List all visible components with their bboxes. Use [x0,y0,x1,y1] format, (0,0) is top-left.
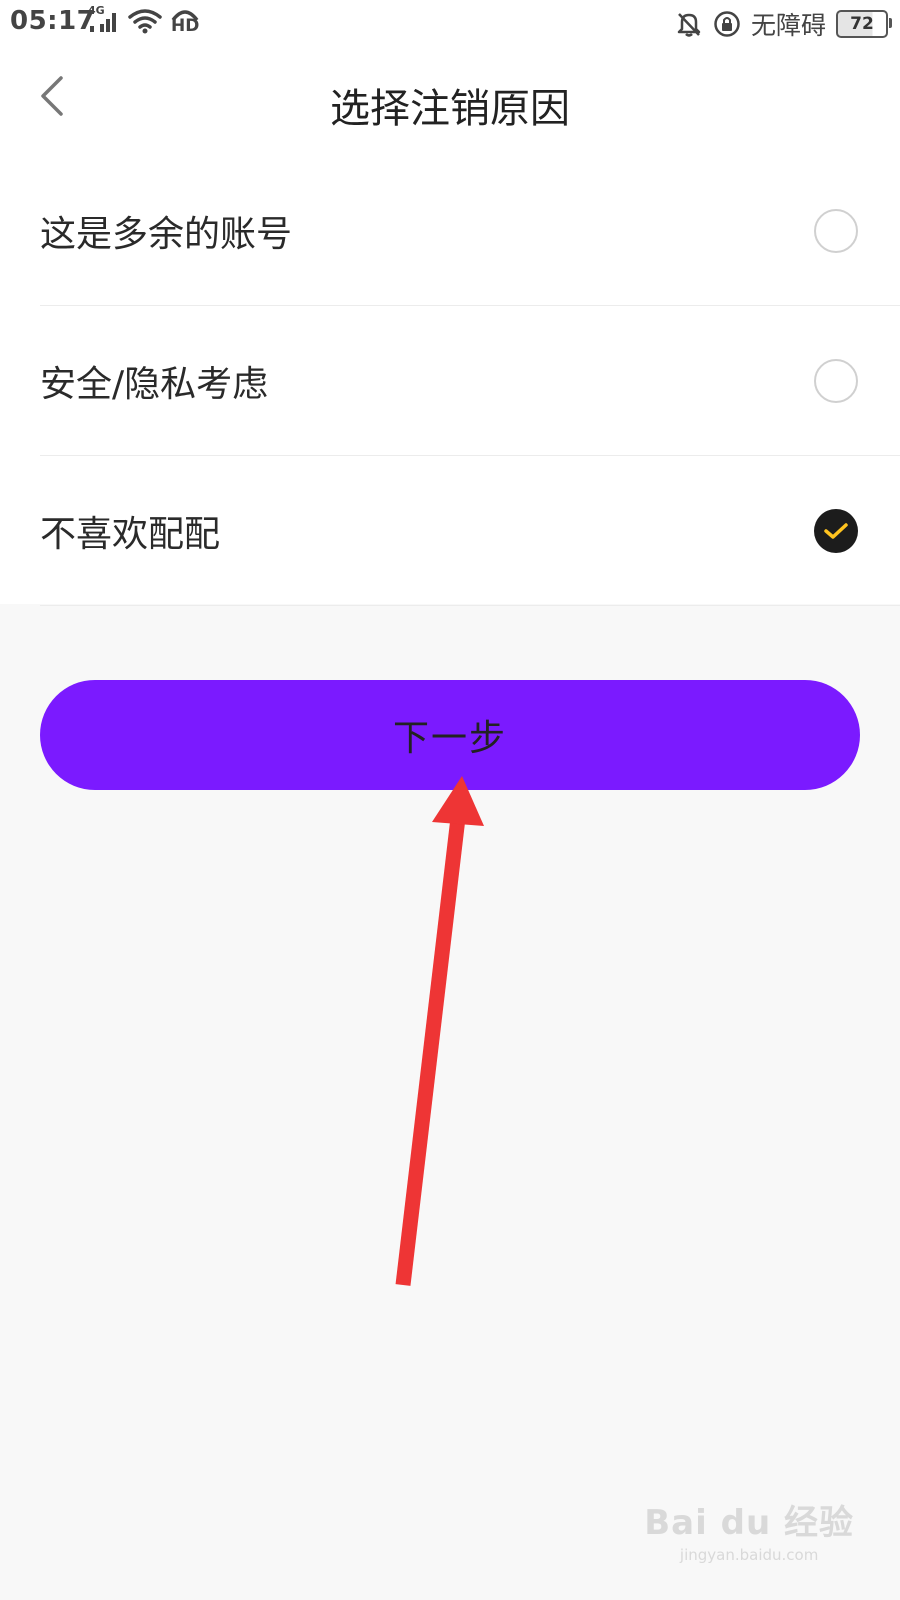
reason-option-extra-account[interactable]: 这是多余的账号 [0,156,900,306]
watermark-url: jingyan.baidu.com [679,1546,819,1564]
cellular-signal-icon: 4G [88,4,120,34]
radio-unchecked-icon[interactable] [814,209,858,253]
status-left-icons: 4G HD [88,4,200,36]
next-button[interactable]: 下一步 [40,680,860,790]
radio-checked-icon[interactable] [814,509,858,553]
battery-icon: 72 [836,10,892,38]
hd-call-icon: HD [170,8,200,36]
rotation-lock-icon [713,10,741,38]
reason-label: 安全/隐私考虑 [40,364,269,405]
reason-option-security-privacy[interactable]: 安全/隐私考虑 [0,306,900,456]
silent-bell-icon [675,10,703,38]
watermark: Bai du 经验 jingyan.baidu.com [644,1495,854,1564]
status-right-icons: 无障碍 72 [675,6,892,42]
reason-label: 不喜欢配配 [40,514,221,555]
next-button-label: 下一步 [392,718,507,759]
battery-level: 72 [850,14,874,34]
reason-list: 这是多余的账号 安全/隐私考虑 不喜欢配配 [0,156,900,606]
check-icon [824,523,848,539]
radio-unchecked-icon[interactable] [814,359,858,403]
reason-option-dislike[interactable]: 不喜欢配配 [0,456,900,606]
page-title: 选择注销原因 [330,86,570,132]
watermark-brand: Bai du 经验 [644,1503,854,1543]
status-time: 05:17 [10,6,96,36]
status-bar: 05:17 4G HD 无障碍 72 [0,0,900,46]
reason-label: 这是多余的账号 [40,214,293,255]
wifi-icon [128,8,162,34]
hd-label: HD [171,16,200,36]
header: 选择注销原因 [0,46,900,156]
screen: 05:17 4G HD 无障碍 72 选择注销原因 这是多余的账号 安全/隐私考… [0,0,900,1600]
accessibility-label: 无障碍 [750,11,826,40]
divider [40,605,900,606]
